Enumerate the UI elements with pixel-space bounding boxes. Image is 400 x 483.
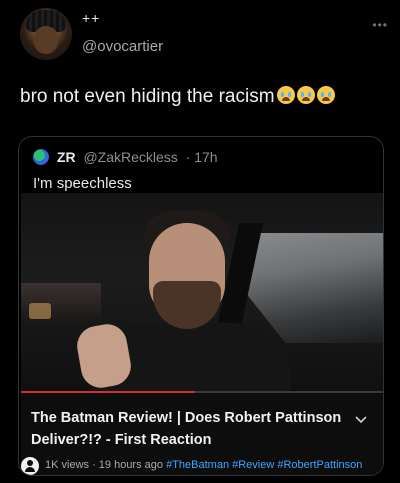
video-title[interactable]: The Batman Review! | Does Robert Pattins… [31,407,351,451]
chevron-down-icon[interactable] [353,411,369,427]
loudly-crying-face-icon [276,86,295,104]
tweet-text: bro not even hiding the racism [20,86,275,107]
street-lamp [29,303,51,319]
quoted-tweet-text: I'm speechless [33,175,132,192]
zr-avatar-icon[interactable] [33,149,49,165]
video-meta: 1K views · 19 hours ago #TheBatman #Revi… [45,459,362,471]
tweet-header: ++ @ovocartier ••• [20,8,390,68]
loudly-crying-face-icon [296,86,315,104]
video-progress-bar[interactable] [21,391,383,393]
hashtag-robertpattinson[interactable]: #RobertPattinson [277,459,362,471]
video-embed[interactable]: The Batman Review! | Does Robert Pattins… [21,193,383,475]
video-progress-fill [21,391,195,393]
quoted-tweet-card[interactable]: ZR @ZakReckless · 17h I'm speechless The… [18,136,384,476]
channel-avatar-icon[interactable] [21,457,39,475]
quoted-tweet-header: ZR @ZakReckless · 17h [33,149,218,167]
display-name[interactable]: ++ [82,10,100,26]
video-meta-row: 1K views · 19 hours ago #TheBatman #Revi… [21,455,383,475]
avatar-face [34,26,58,54]
hashtag-thebatman[interactable]: #TheBatman [166,459,229,471]
video-frame[interactable] [21,193,383,393]
hashtag-review[interactable]: #Review [232,459,274,471]
video-stats: 1K views · 19 hours ago [45,459,164,471]
avatar[interactable] [20,8,72,60]
more-dots-icon[interactable]: ••• [372,18,388,32]
tweet-body: bro not even hiding the racism [20,86,395,108]
quoted-tweet-handle[interactable]: @ZakReckless [83,149,177,165]
quoted-tweet-time[interactable]: · 17h [186,149,218,165]
quoted-tweet-name[interactable]: ZR [57,149,76,165]
loudly-crying-face-icon [316,86,335,104]
user-handle[interactable]: @ovocartier [82,38,163,55]
person-beard [153,281,221,329]
